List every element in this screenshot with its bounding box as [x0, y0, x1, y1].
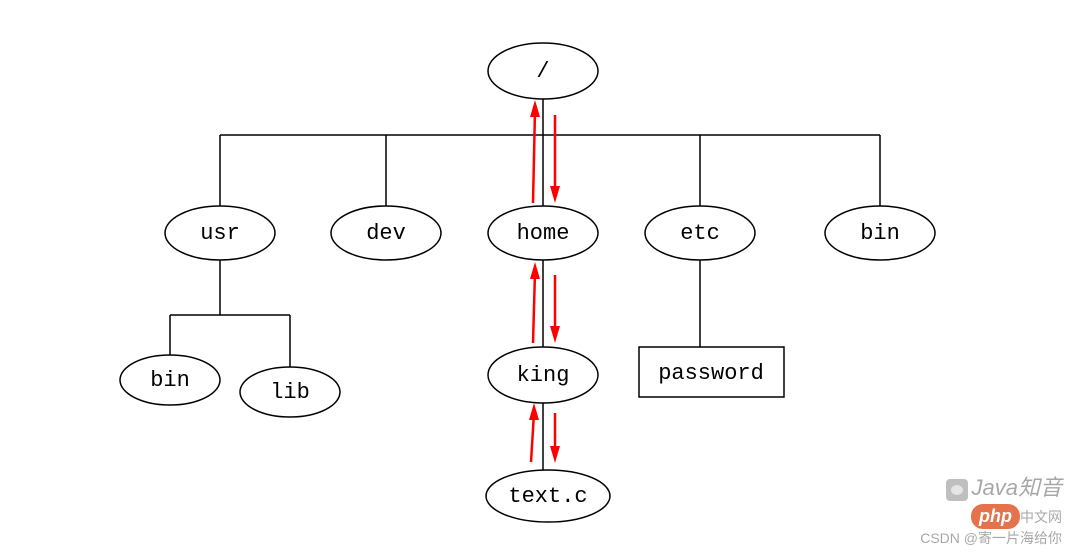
- node-usr-label: usr: [200, 221, 240, 246]
- filesystem-tree-diagram: / usr dev home etc bin bin lib king: [0, 0, 1080, 555]
- node-king-label: king: [517, 363, 570, 388]
- node-etc: etc: [645, 206, 755, 260]
- node-dev: dev: [331, 206, 441, 260]
- node-dev-label: dev: [366, 221, 406, 246]
- watermark: Java知音 php中文网 CSDN @寄一片海给你: [920, 473, 1062, 549]
- watermark-suffix: 中文网: [1020, 509, 1062, 525]
- watermark-line1: Java知音: [972, 475, 1062, 500]
- arrow-king-to-home-up: [530, 262, 540, 343]
- node-usr-bin-label: bin: [150, 368, 190, 393]
- node-password-label: password: [658, 361, 764, 386]
- node-king: king: [488, 347, 598, 403]
- node-usr-bin: bin: [120, 355, 220, 405]
- node-bin-label: bin: [860, 221, 900, 246]
- node-home-label: home: [517, 221, 570, 246]
- arrow-home-to-root-up: [530, 100, 540, 203]
- node-home: home: [488, 206, 598, 260]
- node-etc-label: etc: [680, 221, 720, 246]
- arrow-textc-to-king-up: [529, 403, 539, 462]
- node-usr: usr: [165, 206, 275, 260]
- node-textc-label: text.c: [508, 484, 587, 509]
- php-badge: php: [971, 504, 1020, 529]
- node-root: /: [488, 43, 598, 99]
- arrow-king-to-textc-down: [550, 413, 560, 463]
- node-bin: bin: [825, 206, 935, 260]
- node-password: password: [639, 347, 784, 397]
- node-usr-lib-label: lib: [270, 380, 310, 405]
- wechat-icon: [946, 479, 968, 501]
- node-usr-lib: lib: [240, 367, 340, 417]
- watermark-line2: CSDN @寄一片海给你: [920, 529, 1062, 549]
- node-textc: text.c: [486, 470, 610, 522]
- arrow-root-to-home-down: [550, 115, 560, 203]
- node-root-label: /: [536, 59, 549, 84]
- arrow-home-to-king-down: [550, 275, 560, 343]
